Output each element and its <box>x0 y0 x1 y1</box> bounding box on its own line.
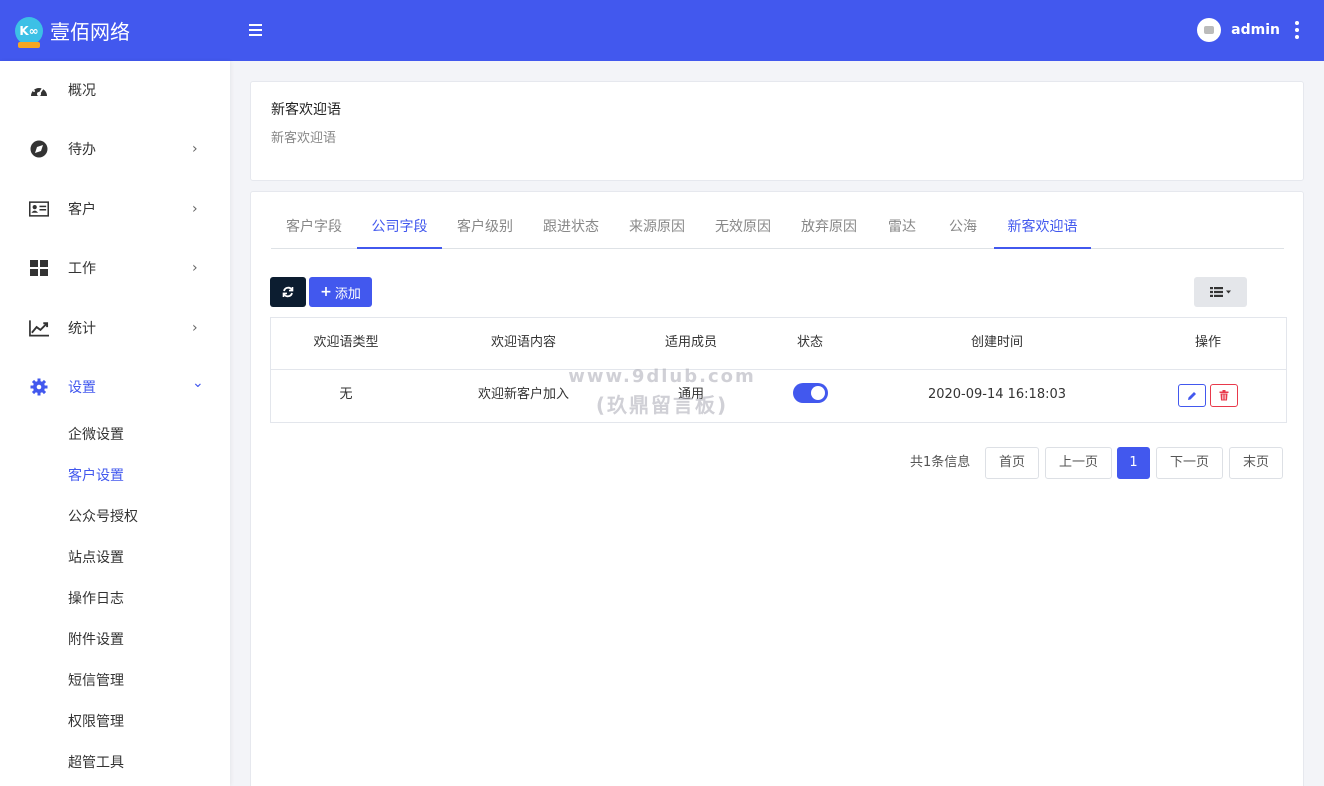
sidebar-subitem[interactable]: 操作日志 <box>68 588 124 608</box>
dashboard-icon <box>29 81 49 99</box>
tab-public-pool[interactable]: 公海 <box>932 212 994 249</box>
pagination-prev[interactable]: 上一页 <box>1045 447 1112 479</box>
add-button[interactable]: + 添加 <box>309 277 372 307</box>
chart-line-icon <box>29 319 49 337</box>
column-header-content[interactable]: 欢迎语内容 <box>421 318 626 370</box>
sidebar-item-label: 待办 <box>68 142 96 158</box>
sidebar-item-statistics[interactable]: 统计 › <box>0 308 230 348</box>
pagination-page-current[interactable]: 1 <box>1117 447 1150 479</box>
username[interactable]: admin <box>1231 22 1280 38</box>
columns-toggle-button[interactable] <box>1194 277 1247 307</box>
id-card-icon <box>29 200 49 218</box>
tab-welcome-message[interactable]: 新客欢迎语 <box>994 212 1091 249</box>
tab-company-fields[interactable]: 公司字段 <box>357 212 442 249</box>
sidebar-item-todo[interactable]: 待办 › <box>0 129 230 169</box>
sidebar-item-label: 统计 <box>68 321 96 337</box>
delete-button[interactable] <box>1210 384 1238 407</box>
plus-icon: + <box>320 284 332 300</box>
avatar[interactable] <box>1197 18 1222 42</box>
chevron-right-icon: › <box>192 320 198 336</box>
cell-content: 欢迎新客户加入 <box>477 387 569 402</box>
tab-customer-fields[interactable]: 客户字段 <box>271 212 357 249</box>
tab-invalid-reasons[interactable]: 无效原因 <box>700 212 786 249</box>
column-header-created[interactable]: 创建时间 <box>864 318 1130 370</box>
brand-logo-text: K∞ <box>19 23 39 38</box>
pagination-info: 共1条信息 <box>910 455 971 470</box>
brand[interactable]: K∞ 壹佰网络 <box>0 0 230 61</box>
table-row: 无 欢迎新客户加入 通用 2020-09-14 16:18:03 <box>271 370 1286 422</box>
sidebar-subitem[interactable]: 超管工具 <box>68 752 124 772</box>
trash-icon <box>1219 390 1229 401</box>
column-header-type[interactable]: 欢迎语类型 <box>271 318 421 370</box>
sidebar-subitem[interactable]: 短信管理 <box>68 670 124 690</box>
tab-source-reasons[interactable]: 来源原因 <box>614 212 700 249</box>
add-button-label: 添加 <box>334 286 361 302</box>
refresh-button[interactable] <box>270 277 306 307</box>
pagination-first[interactable]: 首页 <box>985 447 1039 479</box>
column-header-status[interactable]: 状态 <box>756 318 864 370</box>
sidebar-item-settings[interactable]: 设置 ⌄ <box>0 367 230 407</box>
brand-name: 壹佰网络 <box>50 20 130 44</box>
sidebar-subitem[interactable]: 附件设置 <box>68 629 124 649</box>
more-vertical-icon[interactable] <box>1294 20 1300 41</box>
sidebar-subitem-active[interactable]: 客户设置 <box>68 465 124 485</box>
chevron-right-icon: › <box>192 201 198 217</box>
refresh-icon <box>282 286 294 298</box>
pencil-icon <box>1188 391 1196 400</box>
cell-created: 2020-09-14 16:18:03 <box>927 387 1067 402</box>
list-icon <box>1209 287 1231 297</box>
sidebar-subitem[interactable]: 公众号授权 <box>68 506 138 526</box>
column-header-members[interactable]: 适用成员 <box>626 318 756 370</box>
user-menu[interactable]: admin <box>1197 18 1300 42</box>
tab-followup-status[interactable]: 跟进状态 <box>528 212 614 249</box>
compass-icon <box>29 140 49 158</box>
sidebar-item-customers[interactable]: 客户 › <box>0 189 230 229</box>
sidebar-subitem[interactable]: 企微设置 <box>68 424 124 444</box>
page-header-card: 新客欢迎语 新客欢迎语 <box>250 81 1304 181</box>
sidebar-item-label: 客户 <box>68 202 96 218</box>
cell-status <box>756 370 864 422</box>
tab-bar: 客户字段 公司字段 客户级别 跟进状态 来源原因 无效原因 放弃原因 雷达 公海… <box>271 212 1284 249</box>
pagination-next[interactable]: 下一页 <box>1156 447 1223 479</box>
tab-customer-levels[interactable]: 客户级别 <box>442 212 528 249</box>
tab-abandon-reasons[interactable]: 放弃原因 <box>786 212 872 249</box>
chevron-right-icon: › <box>192 260 198 276</box>
grid-icon <box>29 259 49 277</box>
content-card: 客户字段 公司字段 客户级别 跟进状态 来源原因 无效原因 放弃原因 雷达 公海… <box>250 191 1304 786</box>
sidebar-subitem[interactable]: 权限管理 <box>68 711 124 731</box>
sidebar-item-label: 概况 <box>68 83 96 99</box>
tab-radar[interactable]: 雷达 <box>872 212 932 249</box>
edit-button[interactable] <box>1178 384 1206 407</box>
column-header-actions: 操作 <box>1194 335 1221 350</box>
welcome-message-table: 欢迎语类型 欢迎语内容 适用成员 状态 创建时间 操作 无 欢迎新客户加入 通用… <box>270 317 1287 423</box>
status-toggle[interactable] <box>792 383 828 403</box>
brand-logo: K∞ <box>15 16 43 48</box>
cell-type: 无 <box>339 387 353 402</box>
sidebar-item-work[interactable]: 工作 › <box>0 248 230 288</box>
sidebar-item-overview[interactable]: 概况 <box>0 70 230 110</box>
sidebar-item-label: 工作 <box>68 261 96 277</box>
pagination-last[interactable]: 末页 <box>1229 447 1283 479</box>
top-navbar: K∞ 壹佰网络 admin <box>0 0 1324 61</box>
sidebar-item-label: 设置 <box>68 380 96 396</box>
cell-members: 通用 <box>677 387 704 402</box>
menu-toggle-icon[interactable] <box>249 24 262 36</box>
page-subtitle: 新客欢迎语 <box>271 131 337 146</box>
chevron-down-icon: ⌄ <box>192 375 204 391</box>
chevron-right-icon: › <box>192 141 198 157</box>
sidebar-subitem[interactable]: 站点设置 <box>68 547 124 567</box>
page-title: 新客欢迎语 <box>271 102 341 118</box>
sidebar: 概况 待办 › 客户 › 工作 › 统计 › 设置 ⌄ 企微设置 客户设置 公众… <box>0 61 230 786</box>
table-header: 欢迎语类型 欢迎语内容 适用成员 状态 创建时间 操作 <box>271 318 1286 370</box>
gear-icon <box>29 378 49 396</box>
